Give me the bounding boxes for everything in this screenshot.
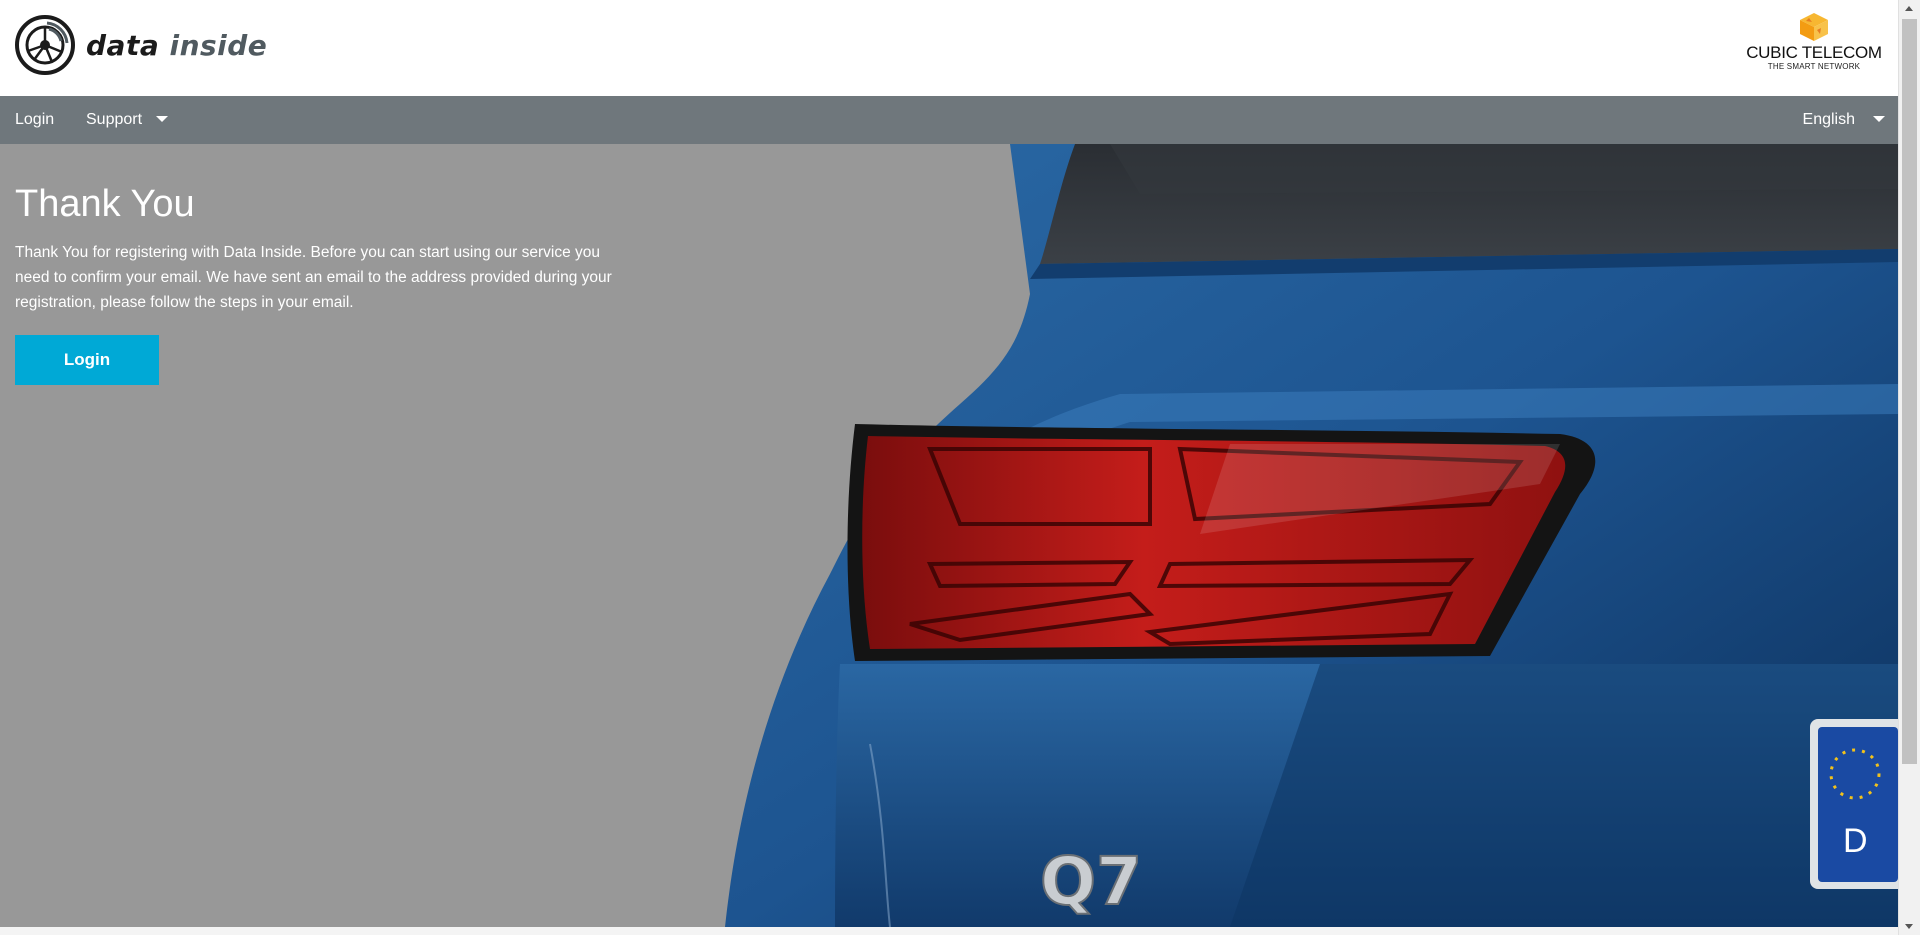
plate-letter: D (1843, 822, 1868, 860)
thank-you-panel: Thank You Thank You for registering with… (15, 182, 635, 385)
wheel-signal-logo-icon (15, 15, 75, 75)
partner-name: CUBIC TELECOM (1746, 43, 1882, 62)
hero-section: D Q7 Thank You Thank You for registering… (0, 144, 1898, 927)
main-nav: Login Support English (0, 96, 1898, 144)
login-button[interactable]: Login (15, 335, 159, 385)
confirmation-message: Thank You for registering with Data Insi… (15, 244, 612, 311)
language-dropdown[interactable]: English (1803, 96, 1885, 144)
brand-word-data: data (86, 28, 160, 62)
brand-name: data inside (86, 29, 267, 62)
nav-support-label: Support (86, 111, 143, 128)
page-footer-strip (0, 927, 1898, 935)
cube-logo-icon (1800, 13, 1828, 41)
chevron-down-icon (156, 115, 169, 122)
language-label: English (1802, 111, 1855, 128)
nav-support-dropdown[interactable]: Support (86, 96, 169, 144)
nav-login-link[interactable]: Login (15, 96, 54, 144)
site-header: data inside CUBIC TELECOM THE SMART NETW… (0, 0, 1898, 96)
vertical-scrollbar[interactable] (1898, 0, 1920, 935)
brand-word-inside: inside (169, 28, 268, 62)
partner-tagline: THE SMART NETWORK (1767, 62, 1861, 71)
scroll-down-arrow-icon[interactable] (1899, 918, 1920, 935)
scroll-up-arrow-icon[interactable] (1899, 0, 1920, 17)
partner-logo: CUBIC TELECOM THE SMART NETWORK (1744, 12, 1884, 72)
scrollbar-thumb[interactable] (1902, 19, 1917, 764)
model-badge: Q7 (1040, 843, 1142, 920)
brand-logo[interactable]: data inside (14, 14, 267, 76)
chevron-down-icon (1873, 115, 1885, 122)
page-title: Thank You (15, 183, 195, 225)
